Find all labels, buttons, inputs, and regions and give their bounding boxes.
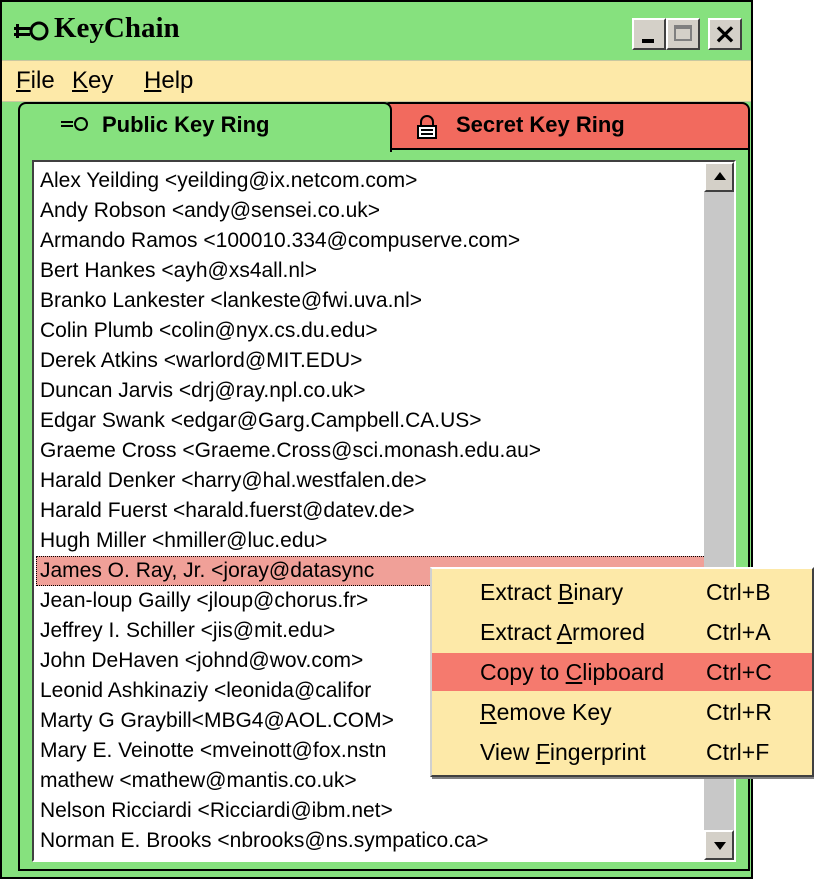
minimize-button[interactable] (632, 18, 666, 50)
menu-item-view-fingerprint[interactable]: View Fingerprint Ctrl+F (432, 733, 812, 771)
list-item[interactable]: Derek Atkins <warlord@MIT.EDU> (36, 346, 706, 376)
list-item[interactable]: Bert Hankes <ayh@xs4all.nl> (36, 256, 706, 286)
menu-item-copy-to-clipboard[interactable]: Copy to Clipboard Ctrl+C (432, 653, 812, 691)
menu-item-shortcut: Ctrl+R (706, 699, 772, 725)
title-bar[interactable]: KeyChain × (2, 2, 751, 60)
menu-item-extract-binary[interactable]: Extract Binary Ctrl+B (432, 573, 812, 611)
label-mnemonic: A (556, 619, 573, 645)
scroll-up-button[interactable] (704, 162, 734, 192)
label-suffix: rmored (572, 619, 645, 645)
menu-file-rest: ile (30, 67, 55, 94)
window-title: KeyChain (54, 12, 180, 44)
menu-item-label: View Fingerprint (480, 733, 646, 771)
tab-public-key-ring[interactable]: Public Key Ring (18, 102, 392, 152)
close-button[interactable]: × (708, 18, 742, 50)
close-icon: × (713, 17, 737, 50)
menu-item-shortcut: Ctrl+A (706, 619, 771, 645)
key-icon (61, 117, 88, 131)
maximize-icon (674, 25, 692, 41)
label-suffix: ingerprint (549, 739, 646, 765)
maximize-button[interactable] (666, 18, 700, 50)
label-prefix: View (480, 739, 536, 765)
menu-file[interactable]: File (16, 67, 55, 95)
list-item[interactable]: Andy Robson <andy@sensei.co.uk> (36, 196, 706, 226)
arrow-up-icon (714, 172, 726, 180)
arrow-down-icon (714, 842, 726, 850)
list-item[interactable]: Armando Ramos <100010.334@compuserve.com… (36, 226, 706, 256)
menu-item-label: Remove Key (480, 693, 612, 731)
menu-item-shortcut: Ctrl+C (706, 659, 772, 685)
tab-secret-label: Secret Key Ring (456, 112, 625, 137)
tab-secret-key-ring[interactable]: Secret Key Ring (382, 102, 750, 148)
label-mnemonic: B (557, 579, 574, 605)
label-suffix: inary (573, 579, 624, 605)
menu-bar: File Key Help (2, 60, 751, 102)
label-prefix: Extract (480, 579, 558, 605)
label-suffix: emove Key (496, 699, 612, 725)
label-mnemonic: R (480, 699, 497, 725)
list-item[interactable]: Alex Yeilding <yeilding@ix.netcom.com> (36, 166, 706, 196)
context-menu: Extract Binary Ctrl+B Extract Armored Ct… (430, 567, 814, 777)
label-suffix: lipboard (582, 659, 665, 685)
list-item[interactable]: Edgar Swank <edgar@Garg.Campbell.CA.US> (36, 406, 706, 436)
menu-item-label: Extract Armored (480, 613, 645, 651)
menu-item-label: Extract Binary (480, 573, 623, 611)
list-item[interactable]: Nelson Ricciardi <Ricciardi@ibm.net> (36, 796, 706, 826)
scroll-down-button[interactable] (704, 830, 734, 860)
menu-key-rest: ey (88, 67, 114, 94)
menu-key-mnemonic: K (72, 67, 89, 94)
label-prefix: Extract (480, 619, 557, 645)
key-icon (14, 21, 49, 41)
list-item[interactable]: Hugh Miller <hmiller@luc.edu> (36, 526, 706, 556)
menu-item-remove-key[interactable]: Remove Key Ctrl+R (432, 693, 812, 731)
menu-key[interactable]: Key (72, 67, 113, 95)
padlock-icon (417, 115, 437, 139)
menu-file-mnemonic: F (16, 67, 31, 94)
menu-help-rest: elp (161, 67, 194, 94)
list-item[interactable]: Norman E. Brooks <nbrooks@ns.sympatico.c… (36, 826, 706, 856)
menu-item-extract-armored[interactable]: Extract Armored Ctrl+A (432, 613, 812, 651)
list-item[interactable]: Harald Denker <harry@hal.westfalen.de> (36, 466, 706, 496)
list-item[interactable]: Graeme Cross <Graeme.Cross@sci.monash.ed… (36, 436, 706, 466)
label-mnemonic: F (535, 739, 550, 765)
label-prefix: Copy to (480, 659, 566, 685)
minimize-icon (642, 39, 654, 43)
list-item[interactable]: Harald Fuerst <harald.fuerst@datev.de> (36, 496, 706, 526)
label-mnemonic: C (565, 659, 583, 685)
keychain-window: KeyChain × File Key Help Public Key Ring… (0, 0, 814, 879)
menu-item-shortcut: Ctrl+F (706, 739, 770, 765)
list-item[interactable]: Branko Lankester <lankeste@fwi.uva.nl> (36, 286, 706, 316)
tab-public-label: Public Key Ring (102, 112, 270, 137)
menu-item-shortcut: Ctrl+B (706, 579, 771, 605)
menu-item-label: Copy to Clipboard (480, 653, 664, 691)
menu-help[interactable]: Help (144, 67, 193, 95)
list-item[interactable]: Colin Plumb <colin@nyx.cs.du.edu> (36, 316, 706, 346)
list-item[interactable]: Duncan Jarvis <drj@ray.npl.co.uk> (36, 376, 706, 406)
menu-help-mnemonic: H (144, 67, 162, 94)
